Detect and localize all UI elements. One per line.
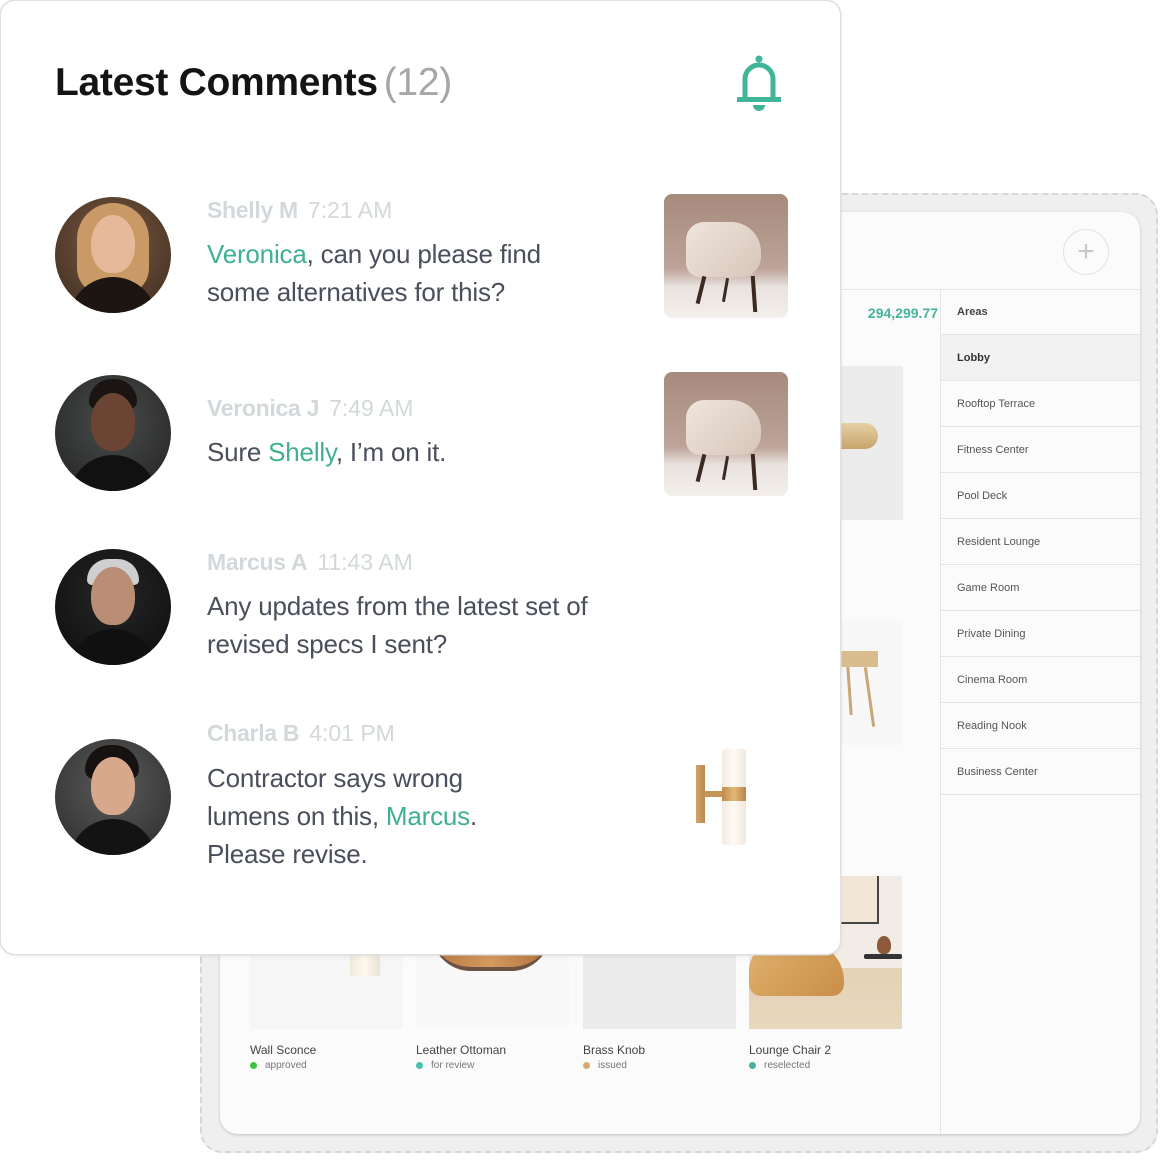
comment-meta: Charla B 4:01 PM: [207, 720, 395, 747]
product-name: Brass Knob: [583, 1043, 646, 1057]
card-title: Latest Comments (12): [55, 61, 452, 105]
area-item-fitness-center[interactable]: Fitness Center: [941, 427, 1140, 473]
message-text: Any updates from the latest set of revis…: [207, 591, 588, 659]
mention-link[interactable]: Veronica: [207, 239, 307, 269]
notifications-button[interactable]: [733, 53, 785, 115]
avatar-photo-shelly[interactable]: [55, 197, 171, 313]
area-item-reading-nook[interactable]: Reading Nook: [941, 703, 1140, 749]
comment-message: Contractor says wrong lumens on this, Ma…: [207, 759, 527, 873]
card-title-text: Latest Comments: [55, 61, 378, 104]
avatar-photo-charla[interactable]: [55, 739, 171, 855]
status-dot-icon: [250, 1062, 257, 1069]
comment-time: 4:01 PM: [309, 720, 395, 746]
plus-icon: +: [1077, 235, 1095, 268]
comment-time: 11:43 AM: [317, 549, 413, 575]
add-button[interactable]: +: [1063, 229, 1109, 275]
comment-author: Marcus A: [207, 549, 308, 575]
areas-header: Areas: [941, 289, 1140, 335]
mention-link[interactable]: Shelly: [268, 437, 336, 467]
status-label: issued: [598, 1060, 627, 1071]
comment-message: Veronica, can you please find some alter…: [207, 235, 607, 311]
bell-icon: [737, 55, 781, 111]
product-image-pendant-lamp[interactable]: [830, 366, 903, 520]
attachment-wall-sconce-thumbnail[interactable]: [664, 743, 788, 867]
attachment-lounge-chair-thumbnail[interactable]: [664, 372, 788, 496]
avatar-photo-veronica[interactable]: [55, 375, 171, 491]
comment-time: 7:49 AM: [329, 395, 414, 421]
product-status: reselected: [749, 1060, 902, 1071]
comment-meta: Marcus A 11:43 AM: [207, 549, 413, 576]
product-image-writing-desk[interactable]: [830, 620, 903, 745]
area-item-business-center[interactable]: Business Center: [941, 749, 1140, 795]
comment-meta: Shelly M 7:21 AM: [207, 197, 392, 224]
status-label: for review: [431, 1060, 475, 1071]
product-name: Wall Sconce: [250, 1043, 317, 1057]
area-item-game-room[interactable]: Game Room: [941, 565, 1140, 611]
status-dot-icon: [583, 1062, 590, 1069]
product-status: issued: [583, 1060, 736, 1071]
message-text: , I’m on it.: [335, 437, 447, 467]
product-name: Lounge Chair 2: [749, 1043, 832, 1057]
comment-time: 7:21 AM: [307, 197, 393, 223]
latest-comments-card: Latest Comments (12) Shelly M 7:21 AM Vero…: [1, 1, 840, 954]
message-text: Sure: [207, 437, 269, 467]
status-label: reselected: [764, 1060, 811, 1071]
comment-message: Sure Shelly, I’m on it.: [207, 433, 607, 471]
status-dot-icon: [416, 1062, 423, 1069]
area-item-private-dining[interactable]: Private Dining: [941, 611, 1140, 657]
attachment-lounge-chair-thumbnail[interactable]: [664, 194, 788, 318]
comment-meta: Veronica J 7:49 AM: [207, 395, 413, 422]
status-label: approved: [265, 1060, 307, 1071]
comment-message: Any updates from the latest set of revis…: [207, 587, 607, 663]
comment-count: (12): [383, 61, 452, 104]
product-status: approved: [250, 1060, 403, 1071]
area-item-resident-lounge[interactable]: Resident Lounge: [941, 519, 1140, 565]
comment-author: Veronica J: [207, 395, 320, 421]
product-name: Leather Ottoman: [416, 1043, 507, 1057]
area-item-cinema-room[interactable]: Cinema Room: [941, 657, 1140, 703]
areas-sidebar: Areas Lobby Rooftop Terrace Fitness Cent…: [940, 289, 1140, 1134]
mention-link[interactable]: Marcus: [386, 801, 470, 831]
comment-author: Shelly M: [207, 197, 298, 223]
product-status: for review: [416, 1060, 569, 1071]
area-item-pool-deck[interactable]: Pool Deck: [941, 473, 1140, 519]
area-item-rooftop-terrace[interactable]: Rooftop Terrace: [941, 381, 1140, 427]
status-dot-icon: [749, 1062, 756, 1069]
area-item-lobby[interactable]: Lobby: [941, 335, 1140, 381]
comment-author: Charla B: [207, 720, 300, 746]
avatar-photo-marcus[interactable]: [55, 549, 171, 665]
